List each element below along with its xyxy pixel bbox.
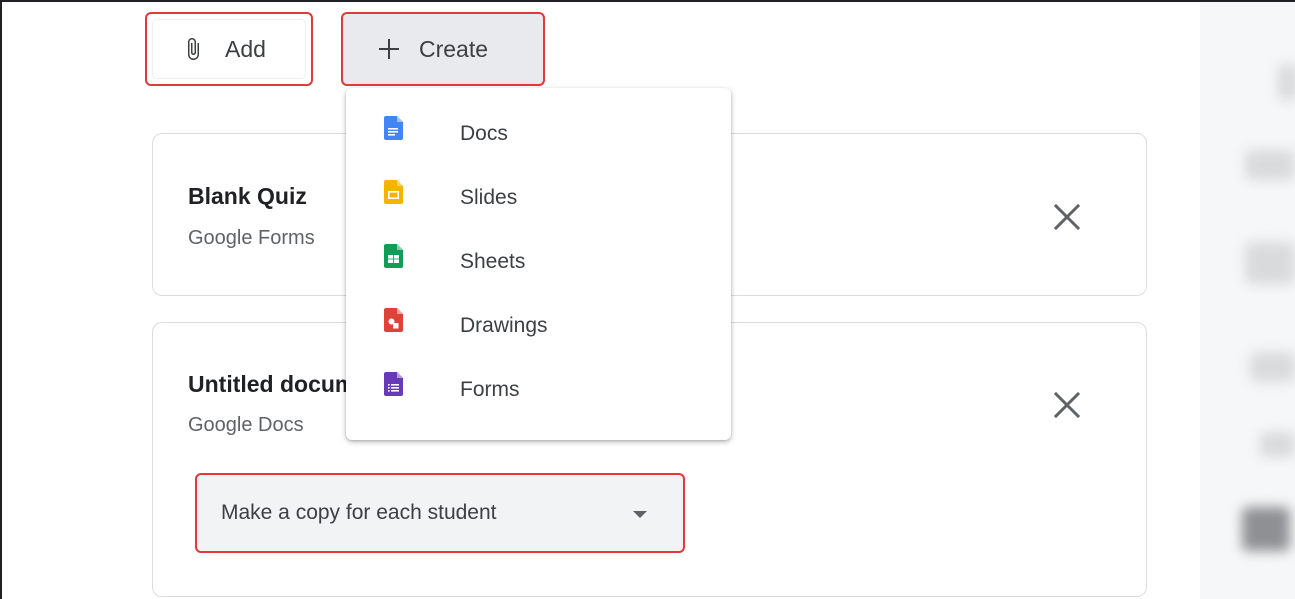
chevron-down-icon (633, 511, 647, 518)
sidebar-blur-block (1245, 242, 1295, 284)
menu-item-label: Slides (460, 186, 518, 209)
sidebar-blur-block (1260, 432, 1295, 457)
menu-item-slides[interactable]: Slides (346, 166, 731, 230)
attachment-title: Blank Quiz (188, 183, 307, 209)
sheets-icon (384, 244, 403, 268)
drawings-icon (384, 308, 403, 332)
create-button[interactable]: Create (341, 12, 545, 86)
right-sidebar (1200, 2, 1295, 599)
sidebar-blur-block (1242, 507, 1290, 551)
attachment-type: Google Docs (188, 414, 304, 436)
menu-item-forms[interactable]: Forms (346, 358, 731, 422)
menu-item-docs[interactable]: Docs (346, 102, 731, 166)
frame-left-border (0, 0, 2, 599)
docs-icon (384, 116, 403, 140)
add-button-surface (153, 20, 305, 78)
forms-icon (384, 372, 403, 396)
student-copy-select-value: Make a copy for each student (221, 501, 497, 524)
remove-attachment-button[interactable] (1047, 197, 1087, 237)
remove-attachment-button[interactable] (1047, 385, 1087, 425)
menu-item-label: Docs (460, 122, 508, 145)
attachment-type: Google Forms (188, 227, 315, 249)
create-menu: Docs Slides Sheets Drawings Forms (346, 88, 731, 440)
close-icon (1054, 392, 1080, 418)
add-button[interactable]: Add (145, 12, 313, 86)
sidebar-blur-block (1278, 64, 1295, 100)
menu-item-label: Sheets (460, 250, 526, 273)
frame-top-border (0, 0, 1295, 2)
menu-item-sheets[interactable]: Sheets (346, 230, 731, 294)
close-icon (1054, 204, 1080, 230)
slides-icon (384, 180, 403, 204)
menu-item-drawings[interactable]: Drawings (346, 294, 731, 358)
sidebar-blur-block (1250, 352, 1295, 382)
sidebar-blur-block (1245, 150, 1295, 180)
plus-icon (377, 37, 401, 61)
create-button-label: Create (419, 35, 489, 62)
student-copy-select[interactable]: Make a copy for each student (195, 473, 685, 553)
menu-item-label: Drawings (460, 314, 548, 337)
menu-item-label: Forms (460, 378, 520, 401)
